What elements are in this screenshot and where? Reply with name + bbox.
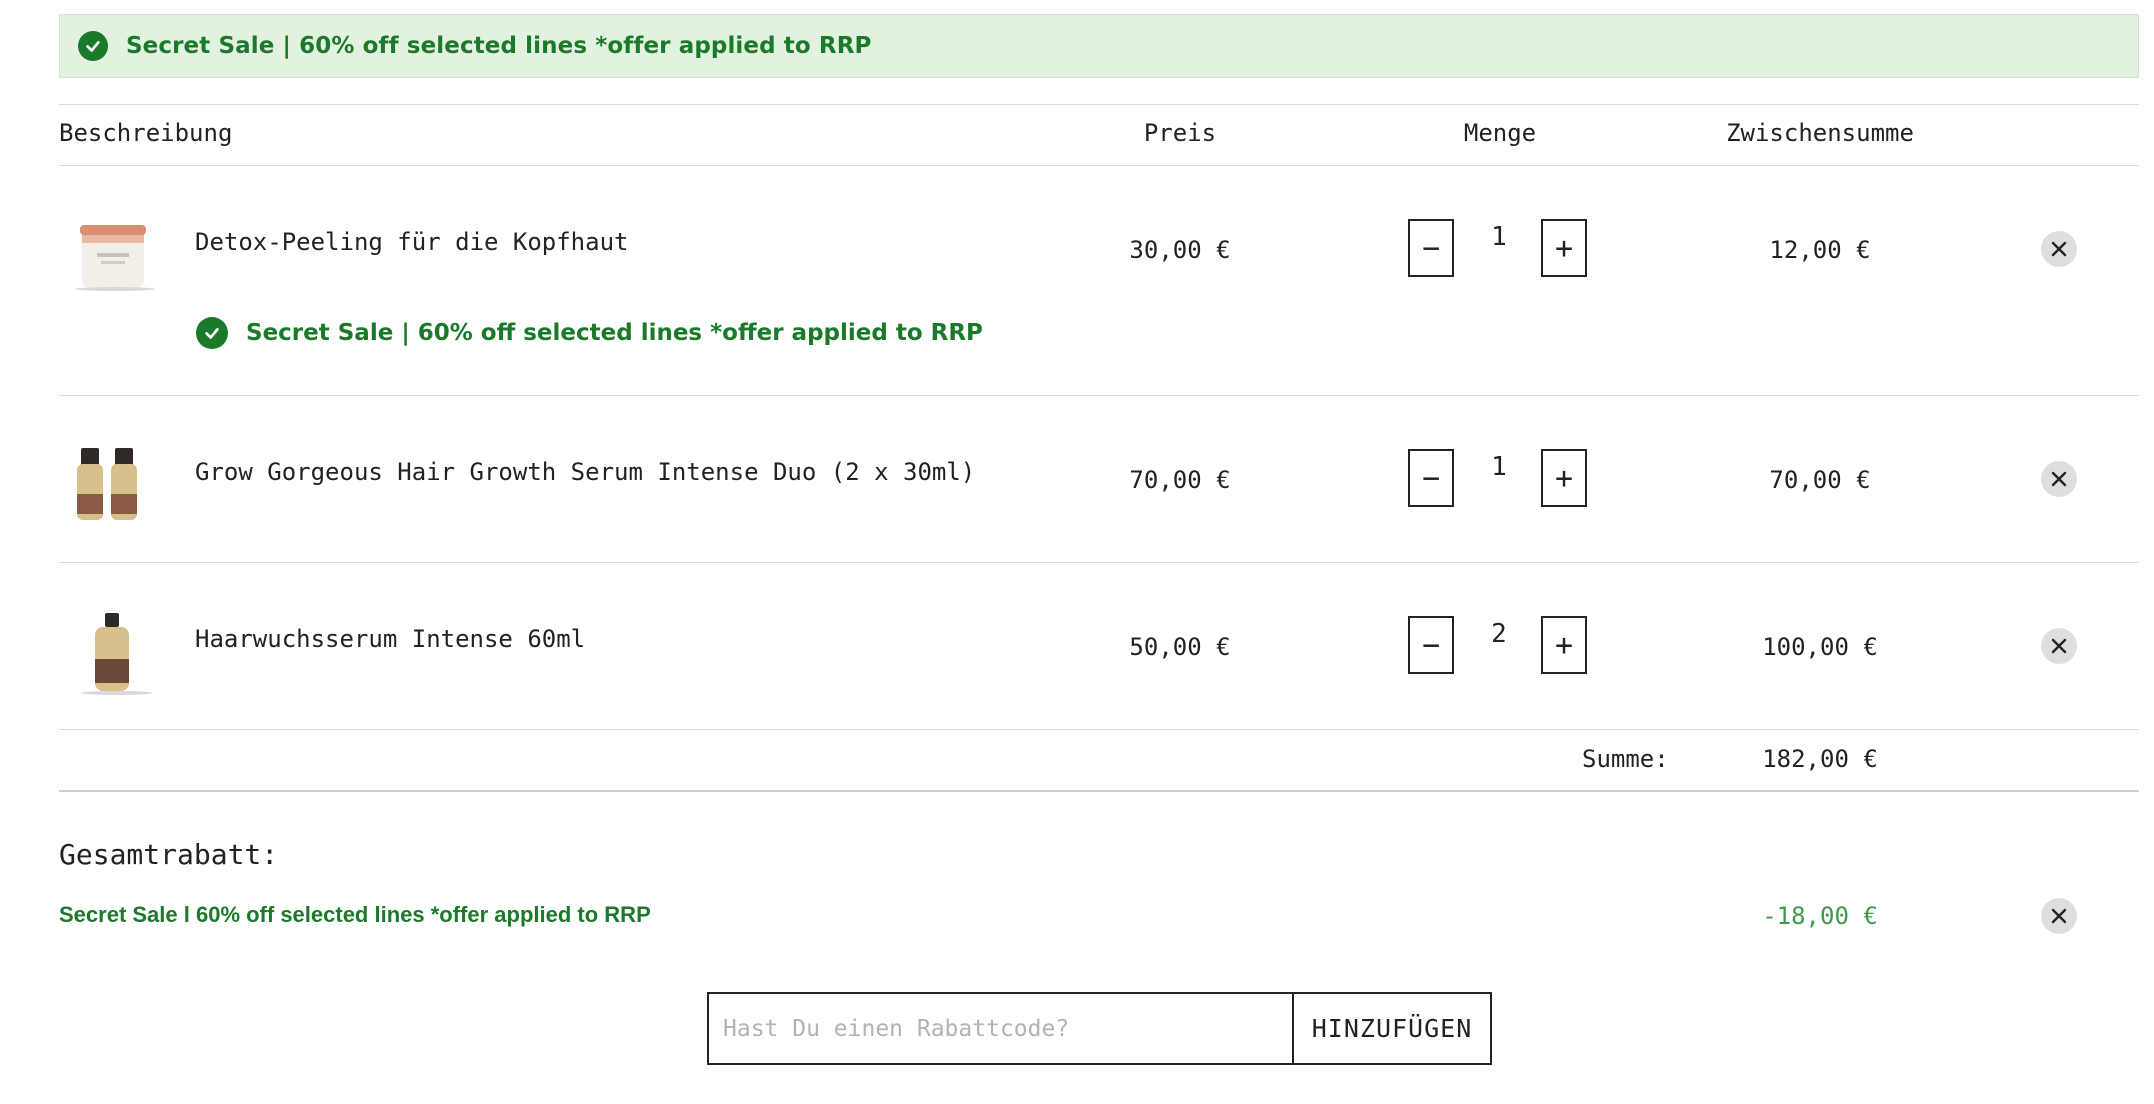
divider: [59, 165, 2139, 166]
discount-name: Secret Sale l 60% off selected lines *of…: [59, 902, 651, 927]
remove-item-button[interactable]: [2041, 231, 2077, 267]
increase-quantity-button[interactable]: +: [1541, 219, 1587, 277]
quantity-value[interactable]: 1: [1469, 222, 1529, 252]
column-header-quantity: Menge: [1463, 119, 1537, 147]
divider: [59, 395, 2139, 396]
apply-coupon-button[interactable]: HINZUFÜGEN: [1292, 992, 1492, 1065]
product-name[interactable]: Haarwuchsserum Intense 60ml: [195, 625, 585, 653]
decrease-quantity-button[interactable]: −: [1408, 219, 1454, 277]
close-icon: [2051, 471, 2067, 487]
line-subtotal: 12,00 €: [1769, 236, 1871, 264]
product-name[interactable]: Detox-Peeling für die Kopfhaut: [195, 228, 628, 256]
close-icon: [2051, 908, 2067, 924]
line-offer-message: Secret Sale | 60% off selected lines *of…: [196, 317, 983, 349]
line-subtotal: 100,00 €: [1762, 633, 1878, 661]
quantity-value[interactable]: 2: [1469, 619, 1529, 649]
column-header-price: Preis: [1143, 119, 1217, 147]
discount-heading: Gesamtrabatt:: [59, 838, 279, 871]
quantity-value[interactable]: 1: [1469, 452, 1529, 482]
check-circle-icon: [196, 317, 228, 349]
divider: [59, 562, 2139, 563]
divider: [59, 790, 2139, 792]
summary-value: 182,00 €: [1762, 745, 1878, 773]
product-image-serum-duo[interactable]: [67, 440, 157, 530]
column-header-description: Beschreibung: [59, 119, 233, 147]
divider: [59, 104, 2139, 105]
remove-item-button[interactable]: [2041, 628, 2077, 664]
coupon-code-input[interactable]: [707, 992, 1294, 1065]
divider: [59, 729, 2139, 730]
discount-value: -18,00 €: [1762, 902, 1878, 930]
decrease-quantity-button[interactable]: −: [1408, 449, 1454, 507]
decrease-quantity-button[interactable]: −: [1408, 616, 1454, 674]
remove-discount-button[interactable]: [2041, 898, 2077, 934]
product-image-scalp-scrub[interactable]: [67, 203, 157, 293]
product-image-hair-serum[interactable]: [67, 607, 157, 697]
sale-banner-text: Secret Sale | 60% off selected lines *of…: [126, 33, 872, 59]
product-price: 70,00 €: [1129, 466, 1231, 494]
summary-label: Summe:: [1582, 745, 1669, 773]
check-circle-icon: [78, 31, 108, 61]
remove-item-button[interactable]: [2041, 461, 2077, 497]
product-name[interactable]: Grow Gorgeous Hair Growth Serum Intense …: [195, 458, 975, 486]
column-header-subtotal: Zwischensumme: [1726, 119, 1914, 147]
product-price: 30,00 €: [1129, 236, 1231, 264]
line-subtotal: 70,00 €: [1769, 466, 1871, 494]
increase-quantity-button[interactable]: +: [1541, 449, 1587, 507]
line-offer-text: Secret Sale | 60% off selected lines *of…: [246, 320, 983, 346]
close-icon: [2051, 638, 2067, 654]
close-icon: [2051, 241, 2067, 257]
sale-banner: Secret Sale | 60% off selected lines *of…: [59, 14, 2139, 78]
product-price: 50,00 €: [1129, 633, 1231, 661]
increase-quantity-button[interactable]: +: [1541, 616, 1587, 674]
